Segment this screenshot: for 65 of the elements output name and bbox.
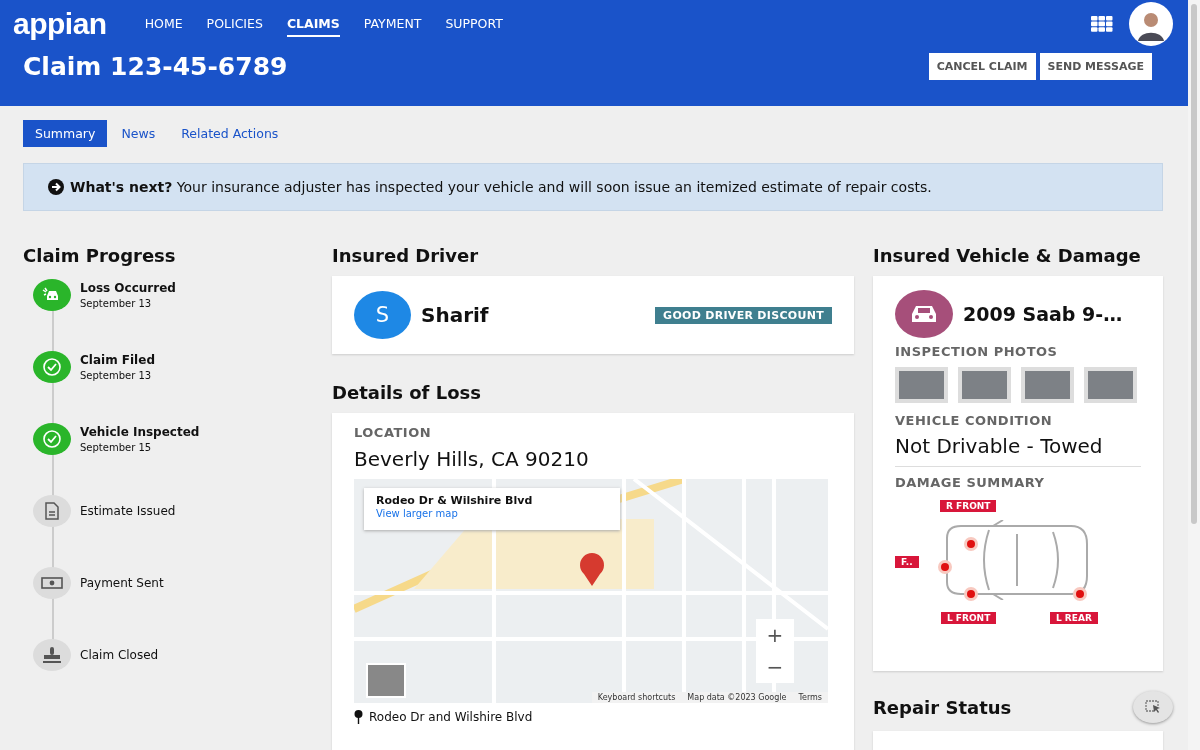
- step-date: September 13: [80, 298, 153, 309]
- damage-marker: [1076, 590, 1084, 598]
- banner-text: What's next? Your insurance adjuster has inspected your vehicle and will soon issue an itemized estimate of repair costs.: [70, 179, 932, 195]
- nav-link[interactable]: PAYMENT: [363, 11, 422, 37]
- view-larger-map-link[interactable]: View larger map: [376, 508, 608, 519]
- tab[interactable]: Summary: [23, 120, 108, 147]
- condition-text: Not Drivable - Towed: [895, 434, 1104, 458]
- section-heading: Repair Status: [873, 696, 1012, 718]
- step-label: Vehicle Inspected: [80, 425, 200, 439]
- photo-placeholder[interactable]: [895, 367, 948, 403]
- driver-initial-avatar: S: [354, 291, 411, 339]
- field-label: LOCATION: [354, 425, 433, 440]
- step-label: Claim Closed: [80, 648, 159, 662]
- damage-tag: L FRONT: [941, 612, 997, 624]
- nav-link[interactable]: HOME: [144, 11, 183, 37]
- map-footer-link[interactable]: Terms: [798, 693, 822, 702]
- location-text: Beverly Hills, CA 90210: [354, 447, 590, 471]
- car-icon: [895, 290, 953, 338]
- map-footer-link[interactable]: Map data ©2023 Google: [687, 693, 787, 702]
- driver-name: Sharif: [421, 303, 490, 327]
- address-text: Rodeo Dr and Wilshire Blvd: [369, 710, 533, 724]
- damage-tag: F..: [895, 556, 919, 568]
- nav-link[interactable]: CLAIMS: [286, 11, 340, 37]
- field-label: VEHICLE CONDITION: [895, 413, 1054, 428]
- satellite-thumbnail[interactable]: [366, 663, 406, 698]
- step-label: Loss Occurred: [80, 281, 176, 295]
- damage-marker: [941, 563, 949, 571]
- pin-icon: [354, 710, 363, 724]
- field-label: INSPECTION PHOTOS: [895, 344, 1059, 359]
- map-footer-link[interactable]: Keyboard shortcuts: [597, 693, 676, 702]
- tab[interactable]: News: [109, 120, 168, 147]
- nav-link[interactable]: SUPPORT: [445, 11, 503, 37]
- step-label: Estimate Issued: [80, 504, 176, 518]
- section-heading: Insured Vehicle & Damage: [873, 245, 1142, 266]
- photo-placeholder[interactable]: [958, 367, 1011, 403]
- cursor-select-button[interactable]: [1133, 691, 1173, 723]
- step-label: Payment Sent: [80, 576, 164, 590]
- step-date: September 13: [80, 370, 153, 381]
- vehicle-name: 2009 Saab 9-…: [963, 303, 1123, 325]
- map[interactable]: Rodeo Dr & Wilshire Blvd View larger map + − Keyboard shortcuts Map data ©2023 Google Terms: [354, 479, 828, 703]
- page-title: Claim 123-45-6789: [23, 52, 288, 81]
- section-heading: Claim Progress: [23, 245, 177, 266]
- header-button[interactable]: SEND MESSAGE: [1039, 53, 1152, 80]
- photo-placeholder[interactable]: [1084, 367, 1137, 403]
- user-avatar[interactable]: [1129, 2, 1173, 46]
- cursor-select-icon: [1145, 700, 1161, 714]
- photo-placeholder[interactable]: [1021, 367, 1074, 403]
- nav-link[interactable]: POLICIES: [206, 11, 263, 37]
- place-name: Rodeo Dr & Wilshire Blvd: [376, 494, 534, 507]
- field-label: DAMAGE SUMMARY: [895, 475, 1046, 490]
- section-heading: Details of Loss: [332, 382, 482, 403]
- logo[interactable]: appian: [13, 7, 107, 41]
- scrollbar[interactable]: [1188, 0, 1200, 750]
- damage-tag: R FRONT: [940, 500, 997, 512]
- header-button[interactable]: CANCEL CLAIM: [928, 53, 1036, 80]
- section-heading: Insured Driver: [332, 245, 480, 266]
- discount-badge: GOOD DRIVER DISCOUNT: [655, 306, 832, 324]
- damage-marker: [967, 590, 975, 598]
- arrow-circle-icon: [48, 179, 64, 195]
- step-date: September 15: [80, 442, 153, 453]
- damage-tag: L REAR: [1050, 612, 1098, 624]
- app-grid-icon[interactable]: [1091, 16, 1113, 32]
- damage-marker: [967, 540, 975, 548]
- tab[interactable]: Related Actions: [169, 120, 291, 147]
- step-label: Claim Filed: [80, 353, 155, 367]
